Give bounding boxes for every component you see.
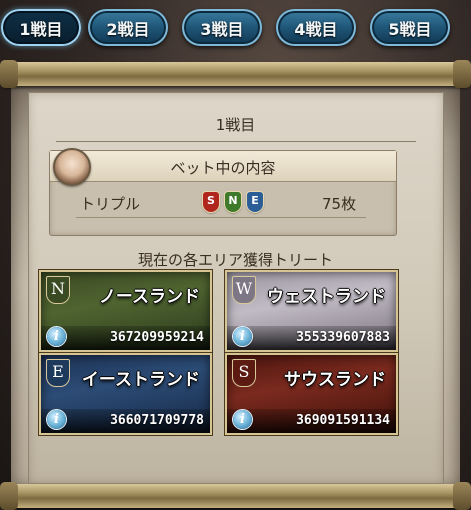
area-name: サウスランド — [284, 370, 386, 390]
tab-battle-1[interactable]: 1戦目 — [1, 9, 81, 46]
area-card-south: S サウスランド i 369091591134 — [225, 353, 398, 435]
area-name: ウェストランド — [267, 287, 386, 307]
area-card-west: W ウェストランド i 355339607883 — [225, 270, 398, 352]
panel-title: 1戦目 — [215, 116, 256, 134]
scroll-top-rod — [0, 60, 471, 88]
area-emblem-west-icon: W — [232, 276, 256, 304]
scroll-bottom-rod — [0, 482, 471, 510]
area-emblem-north-icon: N — [46, 276, 70, 304]
area-name: ノースランド — [98, 287, 200, 307]
area-card-north: N ノースランド i 367209959214 — [39, 270, 212, 352]
tab-battle-2[interactable]: 2戦目 — [88, 9, 168, 46]
scroll-cap-left — [0, 60, 18, 88]
bet-row-divider — [76, 217, 366, 218]
emblem-south-icon: S — [203, 192, 219, 212]
tab-battle-3[interactable]: 3戦目 — [182, 9, 262, 46]
emblem-east-icon: E — [247, 192, 263, 212]
tab-battle-4[interactable]: 4戦目 — [276, 9, 356, 46]
bet-amount: 75枚 — [322, 195, 357, 213]
area-treat-count: 366071709778 — [110, 413, 204, 428]
info-icon[interactable]: i — [47, 410, 66, 429]
info-icon[interactable]: i — [47, 327, 66, 346]
info-icon[interactable]: i — [233, 410, 252, 429]
scroll-cap-right — [453, 60, 471, 88]
area-emblem-east-icon: E — [46, 359, 70, 387]
info-icon[interactable]: i — [233, 327, 252, 346]
area-emblem-south-icon: S — [232, 359, 256, 387]
bet-type: トリプル — [80, 195, 141, 213]
area-treat-count: 369091591134 — [296, 413, 390, 428]
section-heading: 現在の各エリア獲得トリート — [137, 251, 333, 269]
bet-header-label: ベット中の内容 — [170, 159, 276, 177]
area-name: イーストランド — [81, 370, 200, 390]
tab-battle-5[interactable]: 5戦目 — [370, 9, 450, 46]
bet-header: ベット中の内容 — [50, 151, 396, 182]
title-divider — [56, 141, 416, 142]
area-card-east: E イーストランド i 366071709778 — [39, 353, 212, 435]
character-avatar-icon — [53, 148, 91, 186]
area-treat-count: 355339607883 — [296, 330, 390, 345]
emblem-north-icon: N — [225, 192, 241, 212]
area-treat-count: 367209959214 — [110, 330, 204, 345]
